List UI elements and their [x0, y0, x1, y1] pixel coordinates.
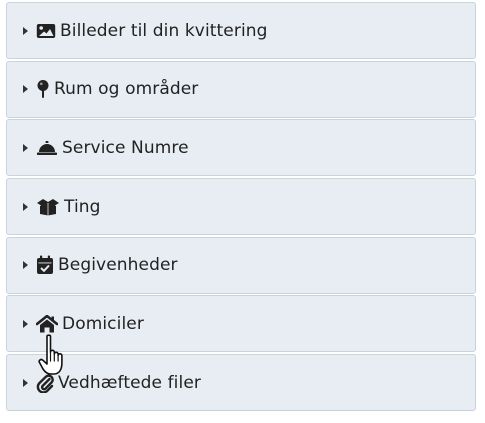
accordion: Billeder til din kvittering Rum og områd… [6, 2, 476, 413]
caret-right-icon [23, 378, 28, 387]
accordion-item-label: Vedhæftede filer [58, 372, 201, 393]
map-pin-icon [36, 79, 50, 99]
paperclip-icon [36, 373, 54, 393]
accordion-item-label: Billeder til din kvittering [60, 20, 268, 41]
accordion-item-label: Service Numre [62, 137, 189, 158]
house-icon [36, 314, 58, 333]
caret-right-icon [23, 319, 28, 328]
caret-right-icon [23, 26, 28, 35]
caret-right-icon [23, 202, 28, 211]
accordion-item-label: Ting [64, 196, 101, 217]
caret-right-icon [23, 143, 28, 152]
accordion-item-service-numre[interactable]: Service Numre [6, 119, 476, 177]
service-bell-icon [36, 140, 58, 156]
calendar-check-icon [36, 255, 54, 275]
caret-right-icon [23, 261, 28, 270]
accordion-item-billeder[interactable]: Billeder til din kvittering [6, 2, 476, 59]
accordion-item-rum[interactable]: Rum og områder [6, 60, 476, 118]
image-icon [36, 23, 56, 39]
accordion-item-domiciler[interactable]: Domiciler [6, 295, 476, 353]
accordion-item-label: Begivenheder [58, 255, 178, 276]
accordion-item-ting[interactable]: Ting [6, 178, 476, 236]
accordion-item-label: Rum og områder [54, 79, 199, 100]
accordion-item-vedhaeftede-filer[interactable]: Vedhæftede filer [6, 354, 476, 412]
caret-right-icon [23, 85, 28, 94]
accordion-item-label: Domiciler [62, 313, 144, 334]
open-box-icon [36, 198, 60, 216]
accordion-item-begivenheder[interactable]: Begivenheder [6, 236, 476, 294]
